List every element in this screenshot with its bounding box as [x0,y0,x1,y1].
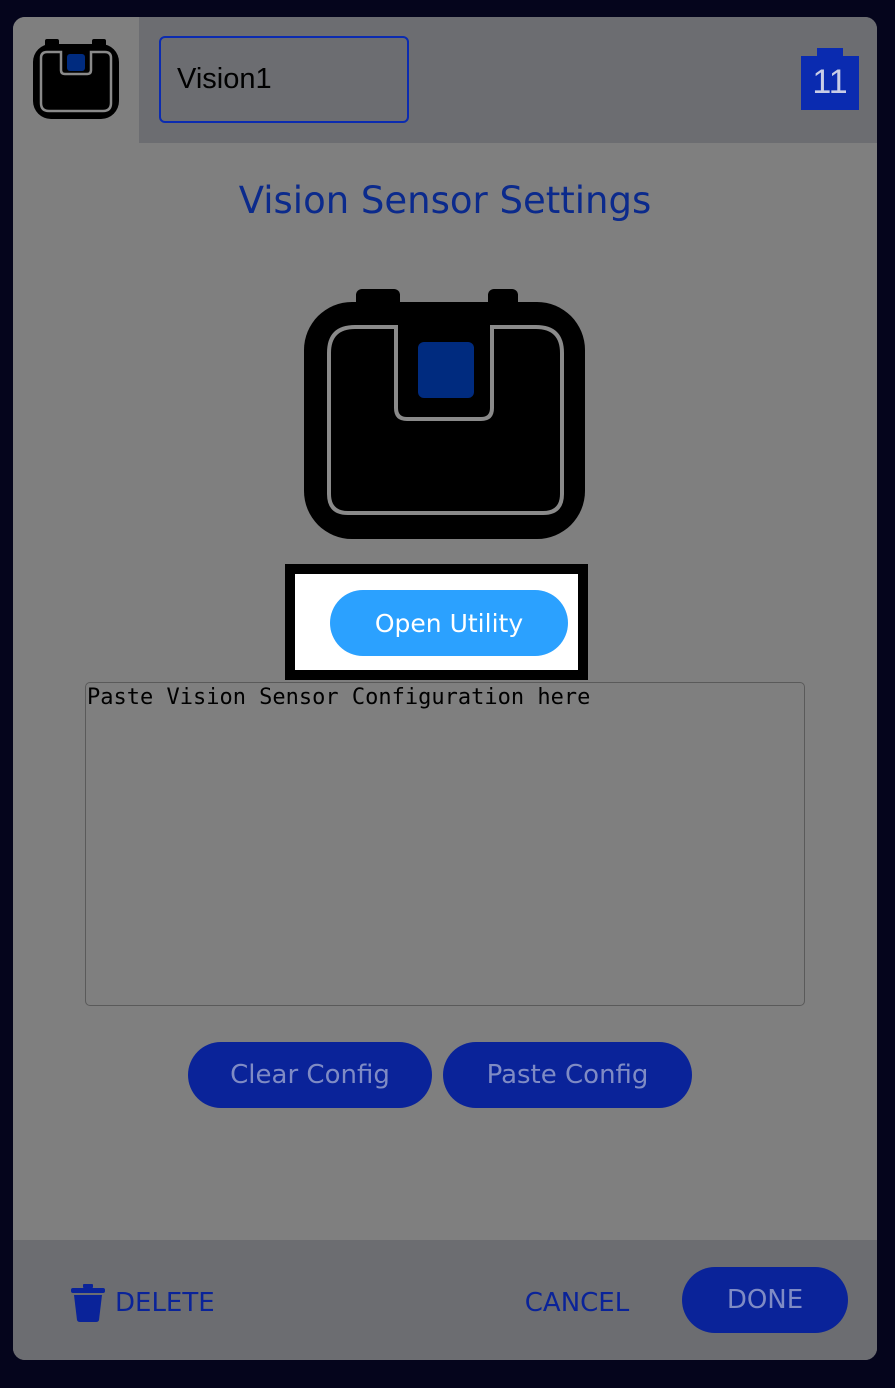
vision-sensor-icon [33,39,119,119]
trash-icon [71,1284,105,1322]
vision-sensor-icon [304,289,585,539]
port-number: 11 [812,63,848,101]
clear-config-button[interactable]: Clear Config [188,1042,432,1108]
config-textarea[interactable] [85,682,805,1006]
delete-label: DELETE [115,1288,215,1318]
cancel-button[interactable]: CANCEL [513,1278,641,1328]
delete-button[interactable]: DELETE [71,1278,215,1328]
open-utility-button[interactable]: Open Utility [330,590,568,656]
dialog-header: 11 [13,17,877,143]
done-button[interactable]: DONE [682,1267,848,1333]
open-utility-highlight: Open Utility [285,564,588,680]
device-thumbnail [13,17,139,143]
device-name-input[interactable] [159,36,409,123]
port-badge-icon: 11 [801,48,859,110]
sensor-image [304,289,586,545]
paste-config-button[interactable]: Paste Config [443,1042,692,1108]
dialog-footer: DELETE CANCEL DONE [13,1240,877,1360]
vision-sensor-settings-dialog: 11 Vision Sensor Settings Open Utility C… [13,17,877,1360]
page-title: Vision Sensor Settings [238,179,652,222]
